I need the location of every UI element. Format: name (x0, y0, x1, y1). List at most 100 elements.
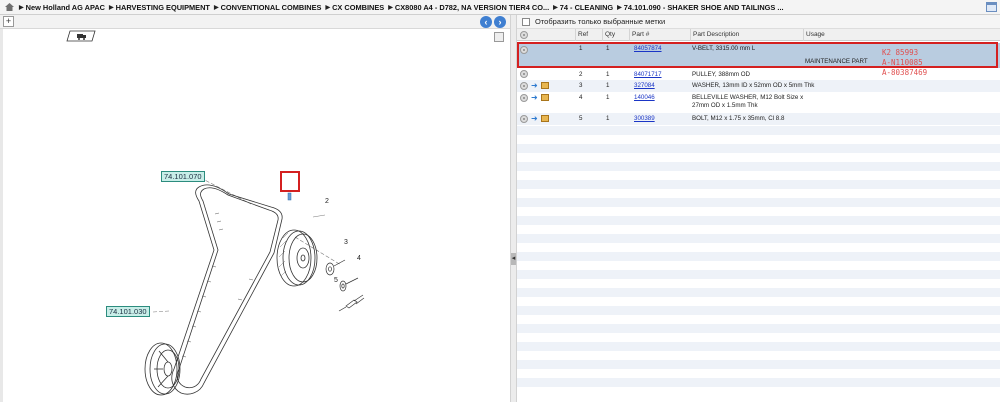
part-number-link[interactable]: 327084 (634, 82, 655, 90)
breadcrumb-item[interactable]: ▶ CX COMBINES (325, 3, 384, 12)
breadcrumb-item-current: ▶ 74.101.090 - SHAKER SHOE AND TAILINGS .… (617, 2, 784, 12)
empty-row (517, 378, 1000, 387)
status-circle-icon[interactable] (520, 115, 528, 123)
table-row[interactable]: ➜ 4 1 140046 BELLEVILLE WASHER, M12 Bolt… (517, 92, 1000, 113)
part-number-link[interactable]: 84071717 (634, 71, 662, 79)
arrow-right-icon[interactable]: ➜ (531, 115, 540, 123)
row-qty: 1 (606, 71, 610, 78)
empty-row (517, 333, 1000, 342)
empty-row (517, 216, 1000, 225)
column-header-description[interactable]: Part Description (690, 29, 803, 41)
empty-row (517, 225, 1000, 234)
empty-row (517, 207, 1000, 216)
empty-row (517, 324, 1000, 333)
empty-row (517, 261, 1000, 270)
empty-row (517, 351, 1000, 360)
empty-row (517, 369, 1000, 378)
row-description-line2: 27mm OD x 1.5mm Thk (692, 102, 758, 109)
empty-row (517, 126, 1000, 135)
arrow-right-icon[interactable]: ➜ (531, 82, 540, 90)
triangle-right-icon: ▶ (19, 4, 24, 11)
column-header-usage[interactable]: Usage (803, 29, 1000, 41)
breadcrumb-item[interactable]: ▶ 74 - CLEANING (553, 3, 613, 12)
package-icon[interactable] (541, 115, 549, 122)
item-number-label[interactable]: 2 (325, 198, 329, 206)
arrow-right-icon[interactable]: ➜ (531, 94, 540, 102)
part-number-link[interactable]: 300389 (634, 115, 655, 123)
table-row[interactable]: ➜ 5 1 300389 BOLT, M12 x 1.75 x 35mm, Cl… (517, 113, 1000, 125)
row-description: BELLEVILLE WASHER, M12 Bolt Size x (692, 94, 804, 101)
next-page-button[interactable]: › (494, 16, 506, 28)
callout-tag[interactable]: 74.101.030 (106, 306, 150, 317)
row-ref: 3 (579, 82, 583, 89)
row-qty: 1 (606, 82, 610, 89)
handwritten-note: A-N110085 (882, 58, 923, 67)
empty-row (517, 315, 1000, 324)
triangle-right-icon: ▶ (388, 4, 393, 11)
empty-row (517, 144, 1000, 153)
breadcrumb-item[interactable]: ▶ New Holland AG APAC (19, 3, 105, 12)
empty-row (517, 162, 1000, 171)
row-description: PULLEY, 388mm OD (692, 71, 751, 78)
empty-row (517, 234, 1000, 243)
column-header-part[interactable]: Part # (629, 29, 690, 41)
column-header-ref[interactable]: Ref (575, 29, 602, 41)
empty-row (517, 279, 1000, 288)
triangle-right-icon: ▶ (213, 4, 219, 11)
table-row[interactable]: ➜ 3 1 327084 WASHER, 13mm ID x 52mm OD x… (517, 80, 1000, 92)
collapse-handle-icon[interactable]: ◂ (511, 253, 516, 265)
empty-row (517, 288, 1000, 297)
empty-row (517, 171, 1000, 180)
home-icon[interactable] (4, 2, 15, 12)
parts-table: Ref Qty Part # Part Description Usage (517, 29, 1000, 41)
pane-splitter[interactable]: ◂ (510, 15, 517, 402)
handwritten-note: A-80387469 (882, 68, 928, 77)
highlight-box (280, 171, 300, 192)
row-ref: 4 (579, 94, 583, 101)
breadcrumb: ▶ New Holland AG APAC ▶ HARVESTING EQUIPME… (0, 0, 1000, 15)
breadcrumb-item[interactable]: ▶ HARVESTING EQUIPMENT (109, 3, 210, 12)
triangle-right-icon: ▶ (325, 4, 331, 11)
handwritten-note: K2 85993 (882, 48, 919, 57)
item-number-label[interactable]: 3 (344, 239, 348, 247)
diagram-toolbar: + ‹ › (0, 15, 510, 29)
exploded-parts-diagram (144, 174, 365, 396)
empty-row (517, 270, 1000, 279)
row-ref: 5 (579, 115, 583, 122)
select-all-icon[interactable] (520, 31, 528, 39)
status-circle-icon[interactable] (520, 94, 528, 102)
status-circle-icon[interactable] (520, 70, 528, 78)
empty-row (517, 342, 1000, 351)
table-row[interactable]: 2 1 84071717 PULLEY, 388mm OD (517, 69, 1000, 80)
empty-row (517, 153, 1000, 162)
filter-bar: Отобразить только выбранные метки (517, 15, 1000, 29)
item-number-label[interactable]: 4 (357, 255, 361, 263)
breadcrumb-item[interactable]: ▶ CONVENTIONAL COMBINES (214, 3, 322, 12)
status-circle-icon[interactable] (520, 82, 528, 90)
triangle-right-icon: ▶ (553, 4, 558, 11)
column-header-qty[interactable]: Qty (602, 29, 629, 41)
triangle-right-icon: ▶ (617, 4, 622, 11)
package-icon[interactable] (541, 94, 549, 101)
empty-row (517, 387, 1000, 396)
row-ref: 2 (579, 71, 583, 78)
part-number-link[interactable]: 140046 (634, 94, 655, 102)
item-number-label[interactable]: 5 (334, 277, 338, 285)
breadcrumb-item[interactable]: ▶ CX8080 A4 - D782, NA VERSION TIER4 CO..… (388, 3, 549, 12)
empty-row (517, 198, 1000, 207)
add-icon[interactable]: + (3, 16, 14, 27)
row-description: BOLT, M12 x 1.75 x 35mm, Cl 8.8 (692, 115, 785, 122)
maximize-window-icon[interactable] (986, 2, 997, 12)
empty-row (517, 252, 1000, 261)
callout-tag[interactable]: 74.101.070 (161, 171, 205, 182)
package-icon[interactable] (541, 82, 549, 89)
empty-row (517, 180, 1000, 189)
row-description: WASHER, 13mm ID x 52mm OD x 5mm Thk (692, 82, 815, 89)
show-selected-only-checkbox[interactable] (522, 17, 530, 26)
empty-row (517, 297, 1000, 306)
parts-list-pane: Отобразить только выбранные метки Ref Qt… (517, 15, 1000, 402)
row-qty: 1 (606, 115, 610, 122)
previous-page-button[interactable]: ‹ (480, 16, 492, 28)
empty-row (517, 243, 1000, 252)
row-qty: 1 (606, 94, 610, 101)
